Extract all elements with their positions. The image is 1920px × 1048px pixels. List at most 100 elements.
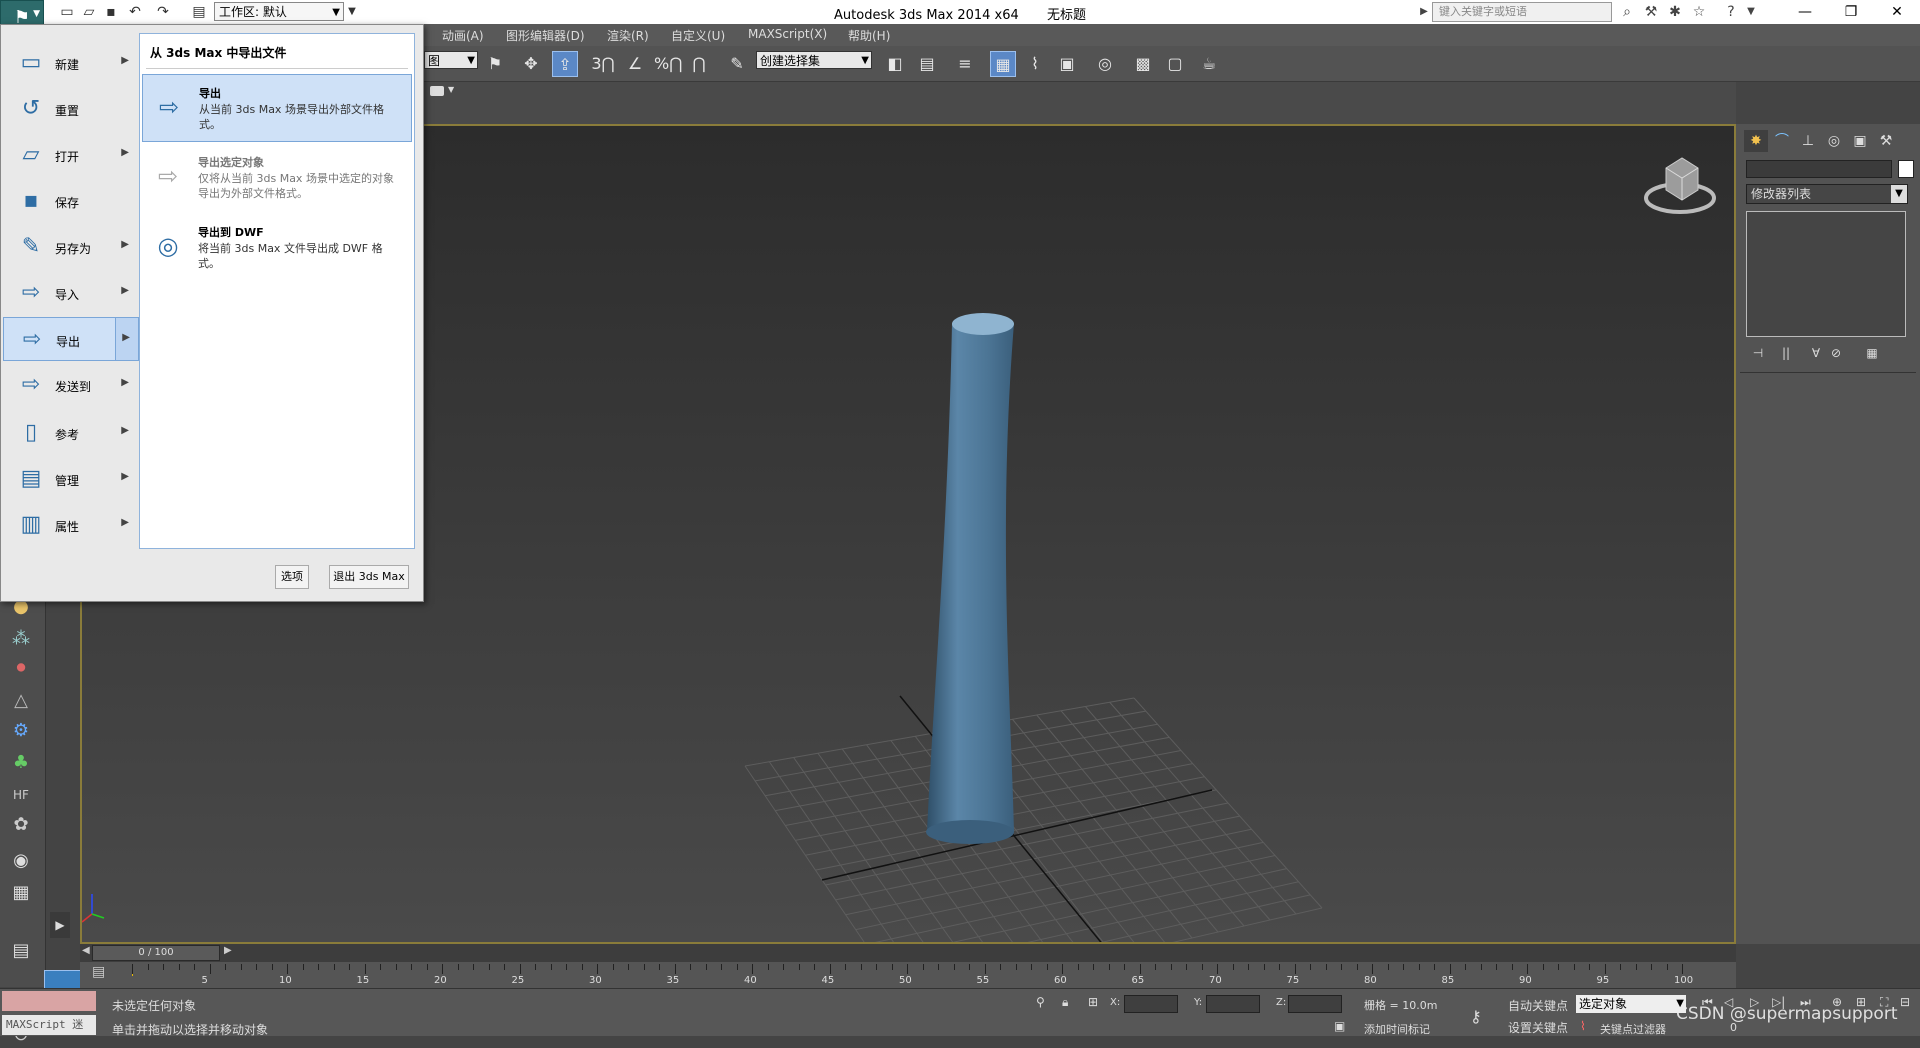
- utilities-icon[interactable]: ▤: [6, 938, 36, 964]
- selection-lock-icon[interactable]: 🔒︎: [1062, 995, 1068, 1010]
- key-filters-button[interactable]: 关键点过滤器: [1600, 1021, 1666, 1037]
- object-color-swatch[interactable]: [1898, 160, 1914, 178]
- show-end-result-icon[interactable]: ||: [1776, 346, 1796, 362]
- reference-coordinate-dropdown[interactable]: 图 ▼: [424, 51, 478, 69]
- rendered-frame-window-icon[interactable]: ▢: [1162, 51, 1188, 77]
- app-menu-item-export[interactable]: ⇨ 导出 ▶: [3, 317, 139, 361]
- minimize-button[interactable]: —: [1782, 0, 1828, 24]
- create-tab-icon[interactable]: ✸: [1744, 130, 1768, 152]
- submenu-item-export-selected[interactable]: ⇨ 导出选定对象 仅将从当前 3ds Max 场景中选定的对象导出为外部文件格式…: [142, 144, 412, 212]
- app-menu-item-save-as[interactable]: ✎ 另存为 ▶: [3, 225, 139, 269]
- shaded-sphere-icon[interactable]: ◉: [6, 848, 36, 874]
- curve-editor-icon[interactable]: ⌇: [1022, 51, 1048, 77]
- set-key-button[interactable]: 设置关键点: [1508, 1019, 1568, 1036]
- remove-modifier-icon[interactable]: ⊘: [1826, 346, 1846, 362]
- z-coordinate-field[interactable]: [1288, 995, 1342, 1013]
- schematic-view-icon[interactable]: ▣: [1054, 51, 1080, 77]
- hierarchy-tab-icon[interactable]: ⊥: [1796, 130, 1820, 152]
- communication-center-icon[interactable]: ✱: [1664, 2, 1686, 22]
- maxscript-listener[interactable]: [2, 991, 96, 1011]
- options-button[interactable]: 选项: [275, 565, 309, 589]
- skin-icon[interactable]: ✿: [6, 812, 36, 838]
- app-menu-item-send-to[interactable]: ⇨ 发送到 ▶: [3, 363, 139, 407]
- search-input[interactable]: 键入关键字或短语: [1432, 2, 1612, 22]
- quick-access-dropdown-icon[interactable]: ▼: [346, 2, 358, 22]
- pivot-icon[interactable]: ⚑: [482, 51, 508, 77]
- submenu-item-export-dwf[interactable]: ◎ 导出到 DWF 将当前 3ds Max 文件导出成 DWF 格式。: [142, 214, 412, 282]
- open-file-icon[interactable]: ▱: [78, 2, 100, 22]
- project-folder-icon[interactable]: ▤: [188, 2, 210, 22]
- motion-tab-icon[interactable]: ◎: [1822, 130, 1846, 152]
- gear-tool-icon[interactable]: ⚙: [6, 718, 36, 744]
- restore-button[interactable]: ❐: [1828, 0, 1874, 24]
- expand-arrow-icon[interactable]: ▶: [50, 912, 70, 938]
- render-setup-icon[interactable]: ▩: [1130, 51, 1156, 77]
- pin-stack-icon[interactable]: ⊣: [1748, 346, 1768, 362]
- named-selection-sets-dropdown[interactable]: 创建选择集 ▼: [756, 51, 872, 69]
- favorites-star-icon[interactable]: ☆: [1688, 2, 1710, 22]
- undo-icon[interactable]: ↶: [124, 2, 146, 22]
- percent-snap-icon[interactable]: %⋂: [654, 51, 682, 77]
- previous-frame-icon[interactable]: ◀: [82, 945, 90, 956]
- modifier-stack[interactable]: [1746, 211, 1906, 337]
- app-menu-item-import[interactable]: ⇨ 导入 ▶: [3, 271, 139, 315]
- menu-customize[interactable]: 自定义(U): [671, 27, 725, 44]
- modifier-list-dropdown[interactable]: 修改器列表 ▼: [1746, 184, 1908, 204]
- key-filter-icon[interactable]: ⌇: [1580, 1019, 1586, 1033]
- utilities-tab-icon[interactable]: ⚒: [1874, 130, 1898, 152]
- y-coordinate-field[interactable]: [1206, 995, 1260, 1013]
- redo-icon[interactable]: ↷: [152, 2, 174, 22]
- layer-manager-icon[interactable]: ≡: [952, 51, 978, 77]
- particles-icon[interactable]: ⁂: [6, 626, 36, 652]
- angle-snap-icon[interactable]: ∠: [622, 51, 648, 77]
- menu-help[interactable]: 帮助(H): [848, 27, 890, 44]
- spinner-snap-icon[interactable]: ⋂: [686, 51, 712, 77]
- time-slider-thumb[interactable]: 0 / 100: [92, 945, 220, 961]
- exit-3dsmax-button[interactable]: 退出 3ds Max: [329, 565, 409, 589]
- hf-icon[interactable]: HF: [6, 782, 36, 808]
- menu-graph-editors[interactable]: 图形编辑器(D): [506, 27, 585, 44]
- workspace-dropdown[interactable]: 工作区: 默认 ▼: [214, 2, 344, 21]
- maxscript-mini-input[interactable]: MAXScript 迷: [2, 1015, 96, 1035]
- viewport-menu-icon[interactable]: [430, 86, 444, 96]
- keyboard-shortcut-override-icon[interactable]: ⇪: [552, 51, 578, 77]
- auto-key-button[interactable]: 自动关键点: [1508, 997, 1568, 1014]
- app-menu-item-reference[interactable]: ▯ 参考 ▶: [3, 411, 139, 455]
- manipulate-icon[interactable]: ✥: [518, 51, 544, 77]
- mesh-tool-icon[interactable]: △: [6, 688, 36, 714]
- key-icon[interactable]: ⚷: [1470, 1007, 1482, 1026]
- menu-animation[interactable]: 动画(A): [442, 27, 484, 44]
- zoom-extents-all-icon[interactable]: ⊟: [1900, 995, 1910, 1009]
- submenu-item-export[interactable]: ⇨ 导出 从当前 3ds Max 场景导出外部文件格式。: [142, 74, 412, 142]
- menu-rendering[interactable]: 渲染(R): [607, 27, 649, 44]
- scene-explorer-icon[interactable]: ▦: [990, 51, 1016, 77]
- mirror-icon[interactable]: ◧: [882, 51, 908, 77]
- grid-tool-icon[interactable]: ▦: [6, 880, 36, 906]
- save-file-icon[interactable]: ▪: [100, 2, 122, 22]
- display-tab-icon[interactable]: ▣: [1848, 130, 1872, 152]
- app-menu-item-properties[interactable]: ▥ 属性 ▶: [3, 503, 139, 547]
- modify-tab-icon[interactable]: ⌒: [1770, 130, 1794, 152]
- isolate-selection-icon[interactable]: ⚲: [1036, 995, 1045, 1009]
- absolute-mode-icon[interactable]: ⊞: [1088, 995, 1098, 1009]
- menu-maxscript[interactable]: MAXScript(X): [748, 27, 827, 41]
- expand-search-icon[interactable]: ▶: [1418, 2, 1430, 22]
- app-menu-item-open[interactable]: ▱ 打开 ▶: [3, 133, 139, 177]
- close-button[interactable]: ✕: [1874, 0, 1920, 24]
- material-editor-icon[interactable]: ◎: [1092, 51, 1118, 77]
- app-menu-item-manage[interactable]: ▤ 管理 ▶: [3, 457, 139, 501]
- app-menu-item-reset[interactable]: ↺ 重置: [3, 87, 139, 131]
- time-tag-icon[interactable]: ▣: [1334, 1019, 1345, 1033]
- binoculars-icon[interactable]: ⌕: [1616, 2, 1638, 22]
- subscription-icon[interactable]: ⚒: [1640, 2, 1662, 22]
- app-menu-item-new[interactable]: ▭ 新建 ▶: [3, 41, 139, 85]
- app-menu-item-save[interactable]: ▪ 保存: [3, 179, 139, 223]
- key-selection-dropdown[interactable]: 选定对象 ▼: [1576, 995, 1686, 1013]
- help-dropdown-icon[interactable]: ▼: [1740, 2, 1762, 22]
- make-unique-icon[interactable]: ∀: [1806, 346, 1826, 362]
- next-frame-icon[interactable]: ▶: [224, 945, 232, 956]
- x-coordinate-field[interactable]: [1124, 995, 1178, 1013]
- object-name-field[interactable]: [1746, 160, 1892, 178]
- dynamics-icon[interactable]: ⚫: [6, 656, 36, 682]
- configure-modifier-sets-icon[interactable]: ▦: [1862, 346, 1882, 362]
